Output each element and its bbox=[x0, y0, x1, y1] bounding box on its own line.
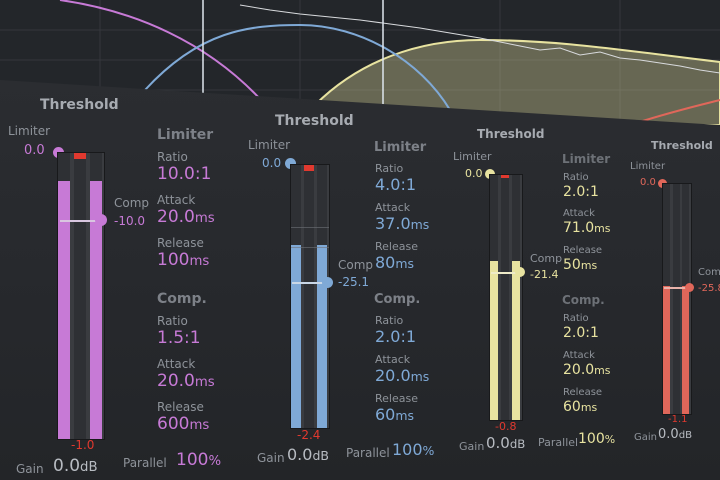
parallel-value[interactable]: 100% bbox=[392, 440, 434, 459]
limiter-ratio-label: Ratio bbox=[375, 162, 404, 175]
limiter-release-label: Release bbox=[375, 240, 418, 253]
limiter-threshold-value[interactable]: 0.0 bbox=[24, 143, 45, 158]
limiter-section-title: Limiter bbox=[562, 152, 611, 166]
comp-ratio-label: Ratio bbox=[563, 313, 589, 324]
comp-attack-value[interactable]: 20.0ms bbox=[563, 362, 610, 378]
level-meter bbox=[290, 164, 330, 429]
comp-threshold-line bbox=[292, 282, 326, 284]
limiter-attack-label: Attack bbox=[563, 208, 595, 219]
limiter-threshold-label: Limiter bbox=[248, 138, 291, 152]
comp-threshold-label: Comp bbox=[698, 267, 720, 278]
limiter-ratio-value[interactable]: 4.0:1 bbox=[375, 175, 416, 194]
threshold-title: Threshold bbox=[651, 139, 713, 152]
comp-attack-label: Attack bbox=[375, 353, 411, 366]
comp-threshold-label: Comp bbox=[530, 252, 563, 265]
limiter-threshold-value[interactable]: 0.0 bbox=[262, 156, 281, 170]
comp-threshold-line bbox=[60, 220, 100, 222]
comp-threshold-label: Comp bbox=[114, 196, 150, 210]
comp-threshold-label: Comp bbox=[338, 258, 374, 272]
limiter-attack-value[interactable]: 20.0ms bbox=[157, 207, 215, 227]
threshold-title: Threshold bbox=[275, 113, 354, 129]
limiter-attack-label: Attack bbox=[375, 201, 411, 214]
gain-value[interactable]: 0.0dB bbox=[287, 445, 329, 464]
limiter-release-label: Release bbox=[157, 236, 204, 250]
comp-ratio-value[interactable]: 1.5:1 bbox=[157, 328, 201, 348]
comp-release-value[interactable]: 600ms bbox=[157, 414, 209, 434]
comp-ratio-value[interactable]: 2.0:1 bbox=[563, 325, 599, 341]
limiter-threshold-value[interactable]: 0.0 bbox=[640, 177, 656, 188]
gain-value[interactable]: 0.0dB bbox=[53, 456, 98, 476]
gain-label: Gain bbox=[634, 432, 657, 443]
comp-threshold-handle[interactable] bbox=[515, 267, 525, 277]
limiter-threshold-label: Limiter bbox=[453, 150, 492, 163]
parallel-value[interactable]: 100% bbox=[176, 450, 221, 470]
comp-threshold-handle[interactable] bbox=[685, 283, 694, 292]
limiter-section-title: Limiter bbox=[157, 127, 214, 143]
limiter-ratio-value[interactable]: 10.0:1 bbox=[157, 164, 211, 184]
limiter-release-label: Release bbox=[563, 245, 603, 256]
threshold-title: Threshold bbox=[40, 97, 119, 113]
parallel-label: Parallel bbox=[346, 446, 390, 460]
comp-ratio-value[interactable]: 2.0:1 bbox=[375, 327, 416, 346]
limiter-ratio-value[interactable]: 2.0:1 bbox=[563, 184, 599, 200]
limiter-release-value[interactable]: 80ms bbox=[375, 253, 414, 272]
limiter-threshold-label: Limiter bbox=[630, 161, 666, 172]
level-meter bbox=[662, 183, 692, 415]
peak-reading: -1.1 bbox=[668, 414, 688, 425]
limiter-threshold-value[interactable]: 0.0 bbox=[465, 167, 483, 180]
comp-attack-value[interactable]: 20.0ms bbox=[375, 366, 429, 385]
limiter-ratio-label: Ratio bbox=[563, 172, 589, 183]
comp-attack-label: Attack bbox=[563, 350, 595, 361]
comp-ratio-label: Ratio bbox=[375, 314, 404, 327]
level-meter bbox=[57, 152, 105, 440]
limiter-attack-value[interactable]: 71.0ms bbox=[563, 220, 610, 236]
gain-value[interactable]: 0.0dB bbox=[486, 434, 525, 452]
comp-attack-value[interactable]: 20.0ms bbox=[157, 371, 215, 391]
comp-section-title: Comp. bbox=[562, 293, 605, 307]
limiter-release-value[interactable]: 50ms bbox=[563, 257, 597, 273]
comp-threshold-handle[interactable] bbox=[95, 214, 107, 226]
comp-section-title: Comp. bbox=[157, 291, 207, 307]
comp-release-label: Release bbox=[157, 400, 204, 414]
comp-threshold-value[interactable]: -10.0 bbox=[114, 214, 145, 228]
comp-release-label: Release bbox=[375, 392, 418, 405]
peak-reading: -0.8 bbox=[495, 420, 517, 433]
comp-threshold-handle[interactable] bbox=[322, 277, 333, 288]
limiter-ratio-label: Ratio bbox=[157, 150, 188, 164]
comp-threshold-value[interactable]: -21.4 bbox=[530, 268, 558, 281]
gain-label: Gain bbox=[257, 451, 285, 465]
comp-section-title: Comp. bbox=[374, 292, 421, 307]
gain-value[interactable]: 0.0dB bbox=[658, 427, 692, 442]
limiter-release-value[interactable]: 100ms bbox=[157, 250, 209, 270]
limiter-section-title: Limiter bbox=[374, 140, 427, 155]
peak-reading: -1.0 bbox=[71, 438, 95, 452]
limiter-attack-label: Attack bbox=[157, 193, 196, 207]
comp-release-label: Release bbox=[563, 387, 603, 398]
threshold-title: Threshold bbox=[477, 127, 545, 141]
limiter-threshold-label: Limiter bbox=[8, 124, 51, 138]
parallel-label: Parallel bbox=[123, 456, 167, 470]
parallel-value[interactable]: 100% bbox=[578, 431, 615, 447]
comp-threshold-value[interactable]: -25.8 bbox=[698, 283, 720, 294]
parallel-label: Parallel bbox=[538, 436, 579, 449]
comp-release-value[interactable]: 60ms bbox=[375, 405, 414, 424]
comp-attack-label: Attack bbox=[157, 357, 196, 371]
gain-label: Gain bbox=[16, 462, 44, 476]
level-meter bbox=[489, 174, 523, 421]
comp-threshold-value[interactable]: -25.1 bbox=[338, 275, 369, 289]
limiter-attack-value[interactable]: 37.0ms bbox=[375, 214, 429, 233]
comp-release-value[interactable]: 60ms bbox=[563, 399, 597, 415]
comp-ratio-label: Ratio bbox=[157, 314, 188, 328]
peak-reading: -2.4 bbox=[297, 428, 321, 442]
gain-label: Gain bbox=[459, 440, 485, 453]
